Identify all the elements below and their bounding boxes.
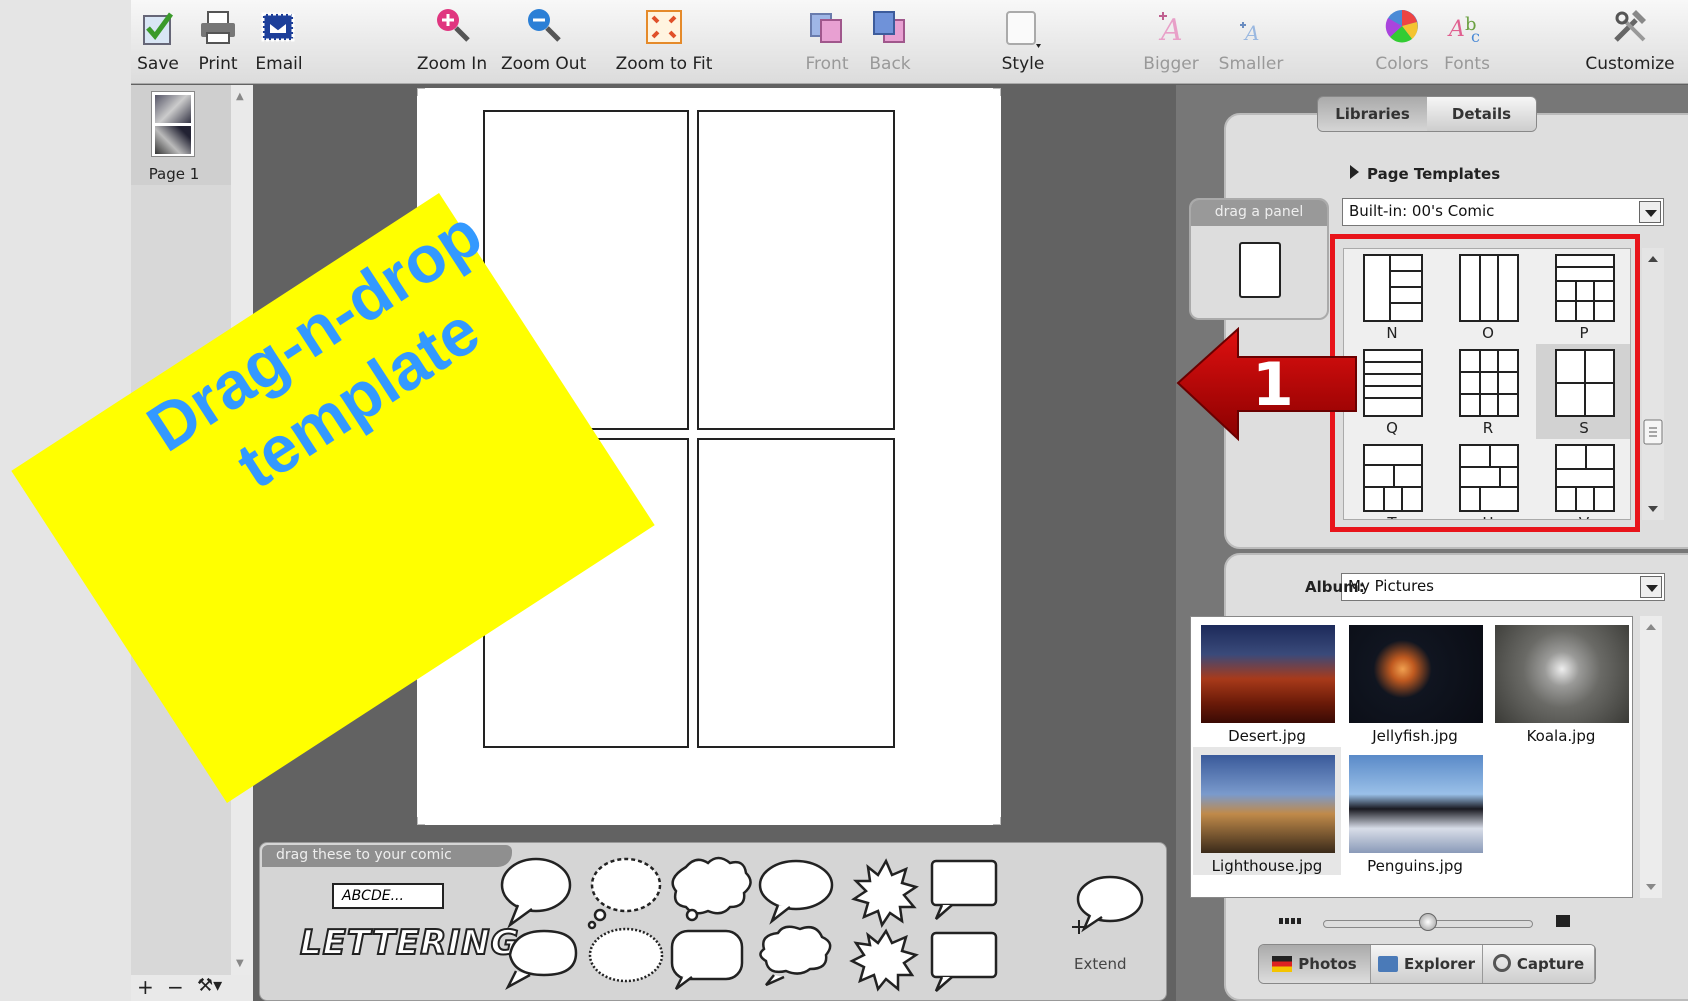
photo-thumbnail (1201, 755, 1335, 853)
step-number: 1 (1252, 350, 1294, 420)
page-controls: + − ⚒▾ (131, 975, 253, 1001)
add-page-button[interactable]: + (137, 975, 154, 999)
save-icon (138, 6, 178, 48)
zoom-in-icon (432, 6, 472, 48)
photo-item[interactable]: Penguins.jpg (1341, 747, 1489, 875)
print-button[interactable]: Print (193, 6, 243, 74)
svg-text:A: A (1158, 13, 1183, 48)
thumbnail-large-icon (1556, 915, 1570, 927)
template-set-select[interactable]: Built-in: 00's Comic (1342, 198, 1664, 226)
style-button[interactable]: Style (997, 6, 1049, 74)
photo-thumbnail (1201, 625, 1335, 723)
disclosure-triangle-icon (1350, 165, 1359, 179)
photo-item[interactable]: Jellyfish.jpg (1341, 617, 1489, 745)
page-thumbnail[interactable]: Page 1 (131, 85, 231, 185)
printer-icon (198, 6, 238, 48)
photo-thumbnail (1349, 625, 1483, 723)
photo-item[interactable]: Koala.jpg (1487, 617, 1635, 745)
text-smaller-icon: A (1231, 6, 1271, 48)
tab-libraries[interactable]: Libraries (1318, 97, 1427, 131)
comic-panel[interactable] (697, 438, 895, 748)
balloon-palette: drag these to your comic ABCDE... LETTER… (259, 842, 1167, 1001)
colors-button[interactable]: Colors (1373, 6, 1431, 74)
save-button[interactable]: Save (135, 6, 181, 74)
email-button[interactable]: Email (251, 6, 307, 74)
zoom-out-icon (523, 6, 563, 48)
comic-panel[interactable] (697, 110, 895, 430)
slider-handle[interactable] (1419, 913, 1437, 931)
tab-photos[interactable]: Photos (1259, 945, 1371, 983)
caption-box-item[interactable]: ABCDE... (332, 883, 444, 909)
explorer-icon (1377, 956, 1398, 972)
style-swatch-icon (1003, 6, 1043, 48)
palette-title: drag these to your comic (262, 845, 512, 867)
smaller-text-button[interactable]: A Smaller (1216, 6, 1286, 74)
library-tabs: Libraries Details (1317, 96, 1537, 132)
zoom-in-button[interactable]: Zoom In (413, 6, 491, 74)
customize-button[interactable]: Customize (1584, 6, 1676, 74)
lettering-item[interactable]: LETTERING (299, 922, 519, 969)
tab-details[interactable]: Details (1427, 97, 1536, 131)
fonts-button[interactable]: Abc Fonts (1442, 6, 1492, 74)
drag-panel-title: drag a panel (1191, 200, 1327, 226)
zoom-to-fit-icon (644, 6, 684, 48)
tab-explorer[interactable]: Explorer (1371, 945, 1483, 983)
template-highlight-box (1330, 234, 1640, 532)
svg-text:c: c (1471, 27, 1480, 46)
photo-thumbnail (1495, 625, 1629, 723)
crop-mark (993, 817, 1001, 825)
tab-capture[interactable]: Capture (1483, 945, 1595, 983)
scroll-down-icon[interactable]: ▼ (236, 958, 244, 969)
page-templates-disclosure[interactable]: Page Templates (1350, 165, 1500, 183)
photo-scrollbar[interactable] (1640, 616, 1662, 898)
main-toolbar: Save Print Email Zoom In Zoom Out Zoom t (131, 0, 1688, 84)
photos-icon (1272, 956, 1293, 972)
photo-thumbnail (1349, 755, 1483, 853)
page-thumbnail-image (151, 91, 195, 157)
photo-grid: Desert.jpg Jellyfish.jpg Koala.jpg Light… (1190, 616, 1633, 898)
email-stamp-icon (259, 6, 299, 48)
tools-icon (1610, 6, 1650, 48)
camera-icon (1492, 954, 1511, 972)
remove-page-button[interactable]: − (167, 975, 184, 999)
source-tabs: Photos Explorer Capture (1258, 944, 1596, 984)
crop-mark (417, 88, 425, 96)
crop-mark (993, 88, 1001, 96)
zoom-to-fit-button[interactable]: Zoom to Fit (615, 6, 713, 74)
text-bigger-icon: A (1151, 6, 1191, 48)
page-tools-button[interactable]: ⚒▾ (197, 975, 222, 996)
template-scrollbar[interactable] (1642, 248, 1664, 520)
send-to-back-button[interactable]: Back (867, 6, 913, 74)
scroll-up-icon[interactable]: ▲ (236, 91, 244, 102)
color-wheel-icon (1382, 6, 1422, 48)
album-label: Album: (1305, 578, 1365, 596)
bring-to-front-button[interactable]: Front (802, 6, 852, 74)
speech-balloons[interactable] (496, 853, 1016, 993)
zoom-out-button[interactable]: Zoom Out (501, 6, 586, 74)
front-icon (807, 6, 847, 48)
fonts-icon: Abc (1447, 6, 1487, 48)
chevron-down-icon (1640, 576, 1662, 598)
svg-text:A: A (1447, 17, 1465, 42)
bigger-text-button[interactable]: A Bigger (1141, 6, 1201, 74)
chevron-down-icon (1639, 201, 1661, 223)
blank-panel-icon (1239, 242, 1281, 298)
thumbnail-small-icon (1279, 918, 1303, 924)
crop-mark (417, 817, 425, 825)
back-icon (870, 6, 910, 48)
extend-balloon-icon[interactable] (1066, 873, 1146, 943)
photo-item[interactable]: Desert.jpg (1193, 617, 1341, 745)
drag-panel-well[interactable]: drag a panel (1189, 198, 1329, 320)
extend-label: Extend (1074, 955, 1127, 973)
album-select[interactable]: My Pictures (1341, 573, 1665, 601)
photo-item[interactable]: Lighthouse.jpg (1193, 747, 1341, 875)
page-thumbnail-label: Page 1 (148, 165, 200, 183)
